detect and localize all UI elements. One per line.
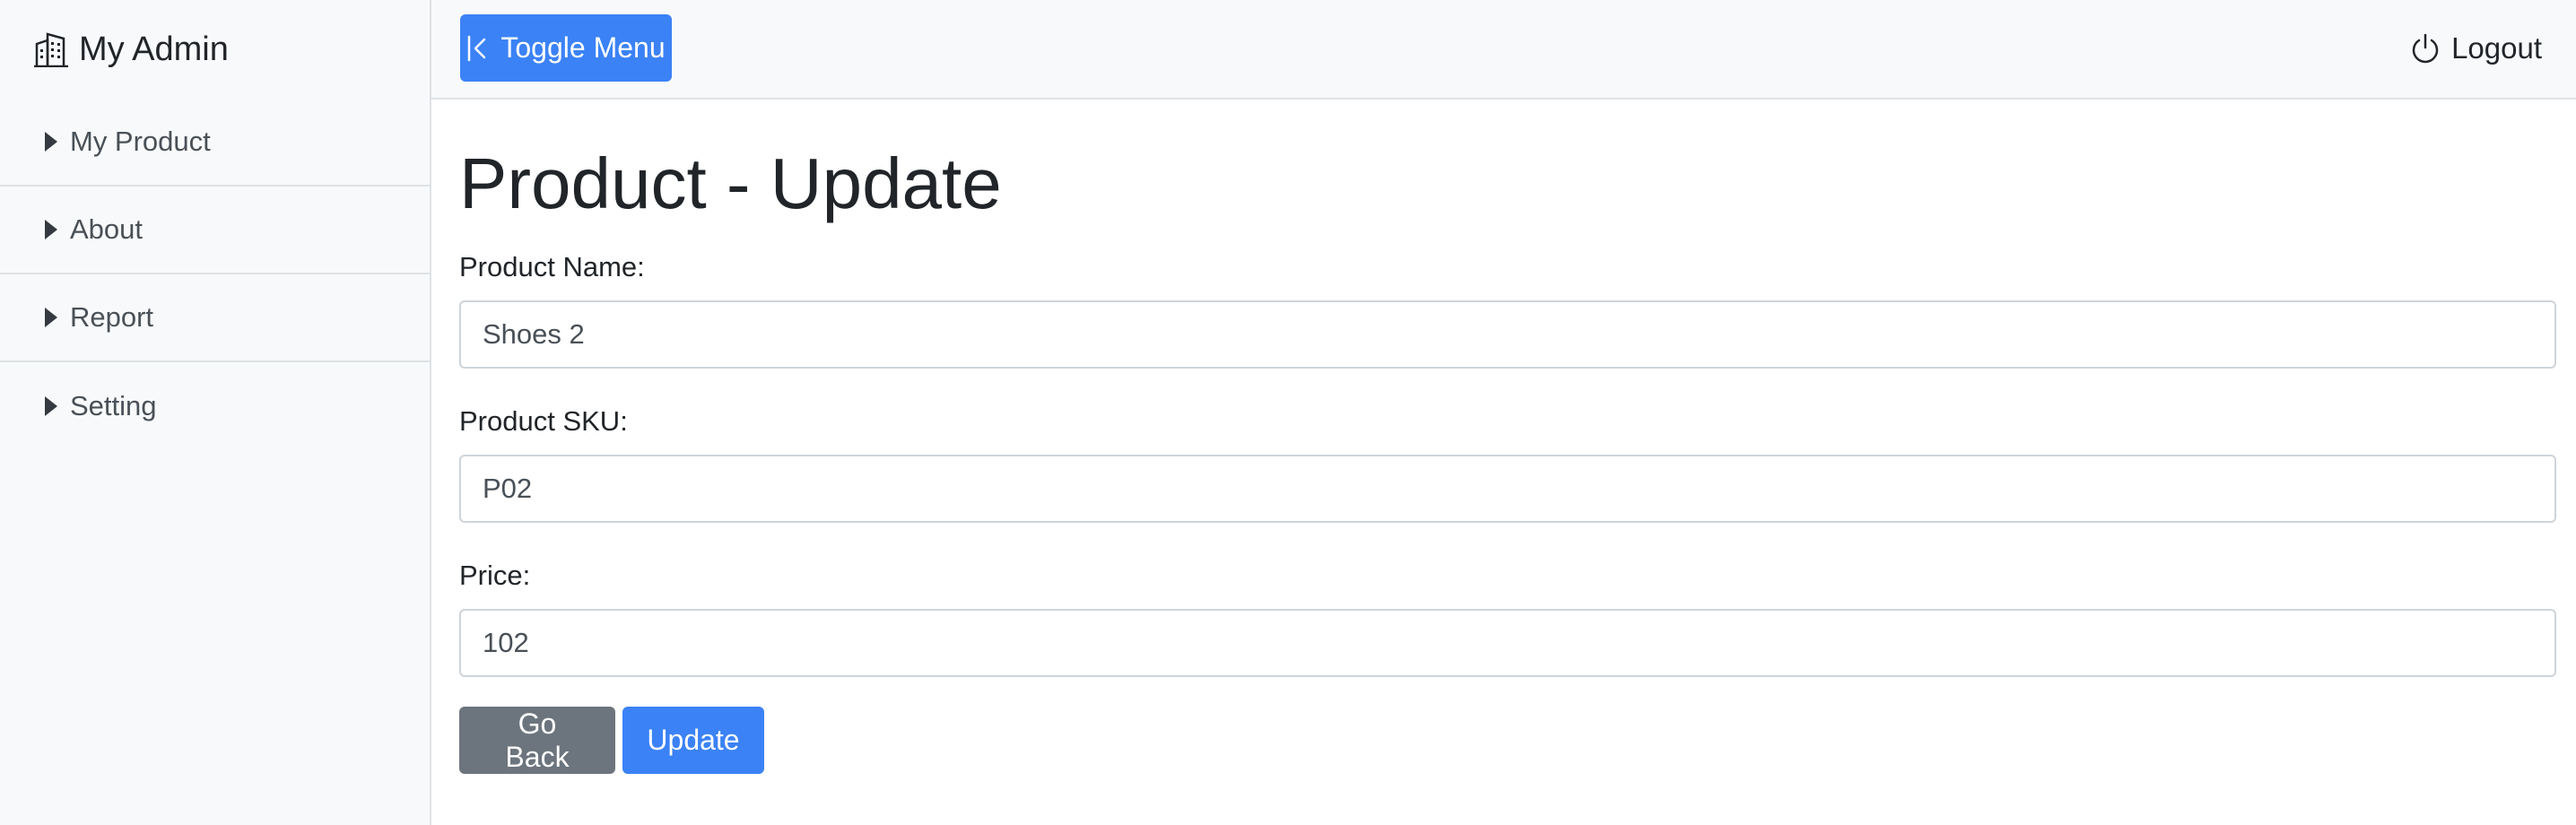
sidebar-item-setting[interactable]: Setting (0, 362, 430, 450)
sidebar-item-label: Setting (70, 390, 157, 421)
sidebar-nav: My Product About Report Setting (0, 99, 430, 450)
caret-right-icon (45, 396, 57, 416)
product-name-label: Product Name: (459, 251, 645, 282)
price-label: Price: (459, 560, 531, 591)
go-back-button[interactable]: Go Back (459, 707, 615, 774)
toggle-menu-button[interactable]: Toggle Menu (460, 14, 672, 82)
collapse-left-icon (468, 35, 486, 61)
sidebar-item-about[interactable]: About (0, 187, 430, 274)
price-input[interactable] (459, 609, 2556, 677)
power-icon (2412, 33, 2439, 64)
caret-right-icon (45, 308, 57, 327)
logout-link[interactable]: Logout (2410, 23, 2542, 74)
building-icon (34, 32, 68, 67)
sidebar-item-label: My Product (70, 126, 211, 157)
logout-label: Logout (2451, 31, 2542, 65)
sidebar-item-label: About (70, 213, 144, 245)
sidebar-item-report[interactable]: Report (0, 274, 430, 362)
product-sku-label: Product SKU: (459, 405, 628, 437)
product-name-input[interactable] (459, 300, 2556, 369)
sidebar: My Admin My Product About Report Setting (0, 0, 431, 825)
caret-right-icon (45, 220, 57, 239)
caret-right-icon (45, 132, 57, 152)
brand-title: My Admin (79, 30, 229, 68)
top-navbar: Toggle Menu Logout (431, 0, 2576, 100)
toggle-menu-label: Toggle Menu (500, 31, 666, 64)
product-sku-input[interactable] (459, 455, 2556, 523)
sidebar-item-label: Report (70, 301, 154, 333)
update-button[interactable]: Update (622, 707, 764, 774)
brand[interactable]: My Admin (34, 22, 229, 77)
sidebar-item-my-product[interactable]: My Product (0, 99, 430, 187)
page-title: Product - Update (459, 143, 1002, 223)
